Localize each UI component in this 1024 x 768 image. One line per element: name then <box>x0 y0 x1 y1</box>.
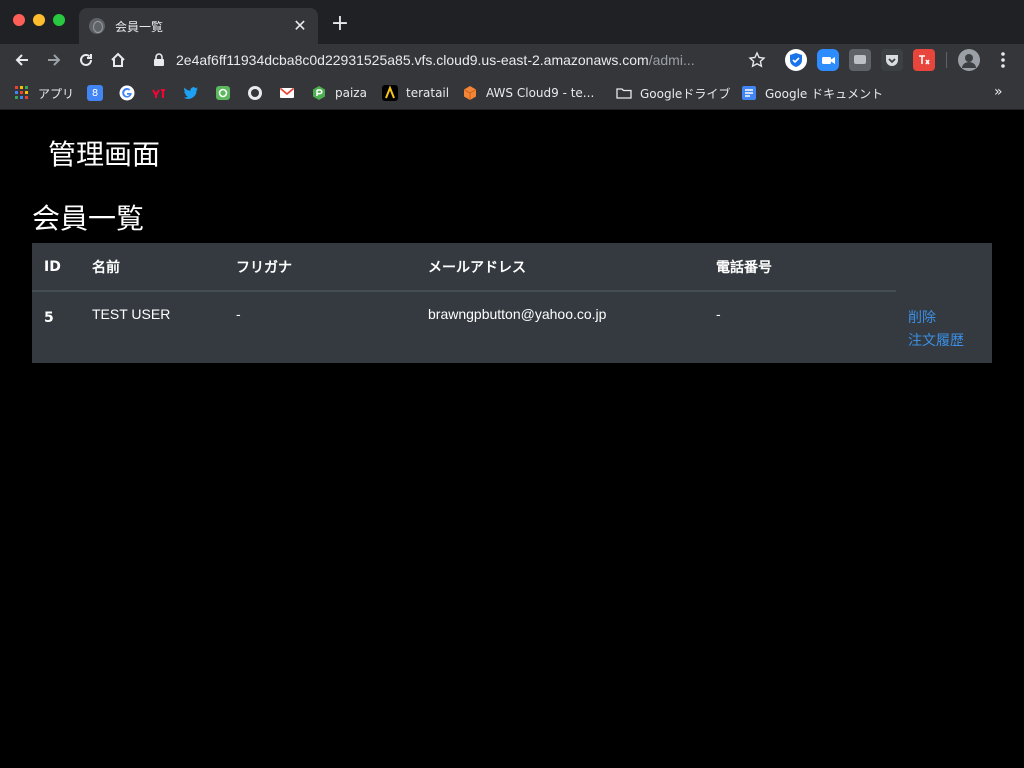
bookmark-label: アプリ <box>38 86 75 101</box>
profile-avatar[interactable] <box>958 49 980 71</box>
menu-dots-icon[interactable] <box>992 49 1014 71</box>
bookmark-google-docs[interactable]: Google ドキュメント <box>741 83 883 103</box>
cell-phone: - <box>716 306 721 322</box>
bookmark-paiza[interactable]: paiza <box>311 83 367 103</box>
table-header-row: ID 名前 フリガナ メールアドレス 電話番号 <box>32 243 992 292</box>
bookmarks-overflow-icon[interactable]: » <box>994 84 1003 100</box>
bookmark-apps[interactable]: アプリ <box>14 83 74 103</box>
section-title: 会員一覧 <box>32 202 145 235</box>
video-camera-icon <box>822 57 835 64</box>
bookmark-label: paiza <box>335 86 367 100</box>
cell-actions: 削除 注文履歴 <box>896 291 992 361</box>
reload-button[interactable] <box>74 48 98 72</box>
page-content: 管理画面 会員一覧 ID 名前 フリガナ メールアドレス 電話番号 5 TEST… <box>0 111 1024 768</box>
cube-icon <box>463 86 477 100</box>
globe-icon <box>89 18 105 34</box>
shield-icon <box>790 53 802 67</box>
bookmark-google-drive[interactable]: Googleドライブ <box>616 83 730 103</box>
bookmark-yahoo[interactable] <box>151 83 175 103</box>
column-header-phone: 電話番号 <box>704 243 896 292</box>
close-window-button[interactable] <box>13 14 25 26</box>
bookmark-github[interactable] <box>247 83 271 103</box>
reload-icon <box>80 53 92 66</box>
bookmark-google[interactable] <box>119 83 143 103</box>
zoom-extension-icon[interactable] <box>817 49 839 71</box>
column-header-actions <box>896 243 992 292</box>
maximize-window-button[interactable] <box>53 14 65 26</box>
url-text: 2e4af6ff11934dcba8c0d22931525a85.vfs.clo… <box>176 52 695 68</box>
address-bar[interactable]: 2e4af6ff11934dcba8c0d22931525a85.vfs.clo… <box>144 46 772 74</box>
column-header-id: ID <box>32 243 80 292</box>
arrow-left-icon <box>15 54 28 66</box>
bookmark-gmail[interactable] <box>279 83 303 103</box>
leaf-icon <box>216 86 230 100</box>
new-tab-button[interactable]: + <box>330 13 350 35</box>
github-icon <box>248 86 262 100</box>
url-host: 2e4af6ff11934dcba8c0d22931525a85.vfs.clo… <box>176 52 649 68</box>
bookmark-label: Googleドライブ <box>640 86 731 101</box>
admin-title: 管理画面 <box>48 138 161 171</box>
bookmark-green[interactable] <box>215 83 239 103</box>
cell-id: 5 <box>44 310 54 326</box>
chat-extension-icon[interactable] <box>849 49 871 71</box>
cell-name: TEST USER <box>92 306 171 322</box>
delete-link[interactable]: 削除 <box>908 306 980 329</box>
pocket-extension-icon[interactable] <box>881 49 903 71</box>
bookmark-label: AWS Cloud9 - te... <box>486 86 595 100</box>
pocket-icon <box>886 55 898 66</box>
bookmark-calendar[interactable]: 8 <box>87 83 111 103</box>
twitter-bird-icon <box>183 87 198 99</box>
members-table: ID 名前 フリガナ メールアドレス 電話番号 5 TEST USER - br… <box>32 243 992 363</box>
cell-furigana: - <box>236 306 241 322</box>
translate-icon <box>919 55 930 65</box>
cell-email: brawngpbutton@yahoo.co.jp <box>428 306 607 322</box>
teratail-icon <box>382 85 398 101</box>
bookmark-twitter[interactable] <box>183 83 207 103</box>
folder-icon <box>616 88 632 99</box>
document-icon <box>742 86 756 100</box>
bookmark-label: teratail <box>406 86 450 100</box>
toolbar-separator <box>946 52 947 68</box>
order-history-link[interactable]: 注文履歴 <box>908 329 980 352</box>
apps-grid-icon <box>15 86 28 99</box>
browser-titlebar: 会員一覧 ✕ + <box>0 0 1024 44</box>
url-path: /admi... <box>648 52 695 68</box>
bookmark-teratail[interactable]: teratail <box>382 83 449 103</box>
back-button[interactable] <box>10 48 34 72</box>
calendar-icon: 8 <box>87 85 103 101</box>
home-button[interactable] <box>106 48 130 72</box>
home-icon <box>111 52 125 67</box>
column-header-name: 名前 <box>80 243 224 292</box>
table-row: 5 TEST USER - brawngpbutton@yahoo.co.jp … <box>32 291 992 361</box>
shield-extension-icon[interactable] <box>785 49 807 71</box>
google-icon <box>119 85 135 101</box>
forward-button[interactable] <box>42 48 66 72</box>
minimize-window-button[interactable] <box>33 14 45 26</box>
mail-icon <box>279 87 295 98</box>
yahoo-icon <box>152 89 165 98</box>
column-header-furigana: フリガナ <box>224 243 416 292</box>
lock-icon <box>154 53 164 66</box>
chat-bubble-icon <box>854 55 866 64</box>
paiza-icon <box>313 86 325 100</box>
column-header-email: メールアドレス <box>416 243 704 292</box>
browser-tab[interactable]: 会員一覧 ✕ <box>79 8 318 44</box>
red-extension-icon[interactable] <box>913 49 935 71</box>
bookmark-aws-cloud9[interactable]: AWS Cloud9 - te... <box>462 83 594 103</box>
bookmark-star-icon[interactable] <box>748 51 766 69</box>
tab-title: 会員一覧 <box>115 19 164 34</box>
arrow-right-icon <box>48 54 61 66</box>
tab-close-icon[interactable]: ✕ <box>292 18 308 34</box>
avatar-icon <box>962 54 976 68</box>
bookmark-label: Google ドキュメント <box>765 86 884 101</box>
browser-toolbar: 2e4af6ff11934dcba8c0d22931525a85.vfs.clo… <box>0 44 1024 76</box>
bookmarks-bar: アプリ 8 paiza teratail AWS Cloud9 - te... … <box>0 76 1024 110</box>
